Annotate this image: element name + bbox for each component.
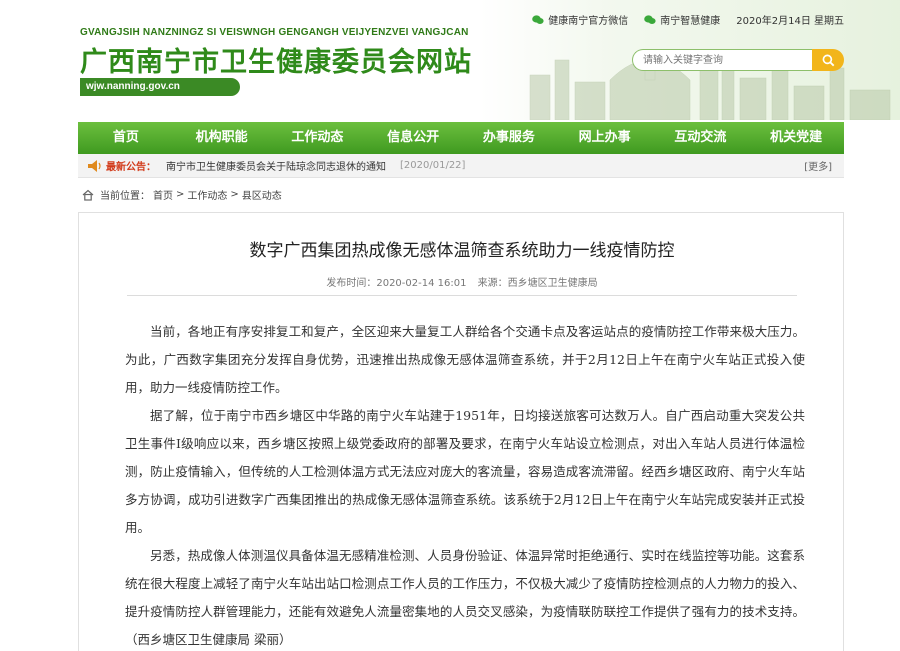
breadcrumb-separator: >	[230, 189, 239, 200]
article-body: 当前，各地正有序安排复工和复产，全区迎来大量复工人群给各个交通卡点及客运站点的疫…	[125, 318, 805, 651]
current-date: 2020年2月14日 星期五	[736, 16, 844, 27]
search-icon	[822, 54, 834, 66]
article-source: 来源：西乡塘区卫生健康局	[477, 278, 598, 289]
nav-item-party-building[interactable]: 机关党建	[748, 122, 844, 154]
nav-item-organization[interactable]: 机构职能	[174, 122, 270, 154]
article-paragraph: 另悉，热成像人体测温仪具备体温无感精准检测、人员身份验证、体温异常时拒绝通行、实…	[125, 548, 805, 647]
site-title: 广西南宁市卫生健康委员会网站	[80, 47, 472, 78]
nav-item-services[interactable]: 办事服务	[461, 122, 557, 154]
megaphone-icon	[88, 159, 101, 172]
search-input[interactable]	[632, 49, 812, 71]
article-publish-time: 发布时间：2020-02-14 16:01	[326, 278, 467, 289]
home-icon	[82, 189, 94, 201]
top-link-label: 健康南宁官方微信	[548, 16, 629, 27]
wechat-link-smart-health[interactable]: 南宁智慧健康	[644, 12, 720, 27]
wechat-icon	[644, 14, 656, 24]
search-button[interactable]	[812, 49, 844, 71]
article-paragraph: 当前，各地正有序安排复工和复产，全区迎来大量复工人群给各个交通卡点及客运站点的疫…	[125, 324, 805, 395]
nav-item-online-services[interactable]: 网上办事	[557, 122, 653, 154]
search-box	[632, 49, 844, 71]
article-panel: 数字广西集团热成像无感体温筛查系统助力一线疫情防控 发布时间：2020-02-1…	[78, 212, 844, 651]
notice-bar: 最新公告： 南宁市卫生健康委员会关于陆琼念同志退休的通知 [2020/01/22…	[78, 154, 844, 178]
notice-link[interactable]: 南宁市卫生健康委员会关于陆琼念同志退休的通知	[166, 158, 386, 173]
top-link-label: 南宁智慧健康	[660, 16, 721, 27]
article-paragraph: 据了解，位于南宁市西乡塘区中华路的南宁火车站建于1951年，日均接送旅客可达数万…	[125, 408, 805, 535]
wechat-icon	[532, 14, 544, 24]
breadcrumb: 当前位置： 首页 > 工作动态 > 县区动态	[82, 187, 282, 202]
header-topbar: 健康南宁官方微信 南宁智慧健康 2020年2月14日 星期五	[532, 12, 844, 27]
notice-label: 最新公告：	[106, 162, 156, 173]
article-title: 数字广西集团热成像无感体温筛查系统助力一线疫情防控	[249, 241, 675, 261]
nav-item-work-news[interactable]: 工作动态	[270, 122, 366, 154]
breadcrumb-home[interactable]: 首页	[153, 187, 173, 202]
site-header: 健康南宁官方微信 南宁智慧健康 2020年2月14日 星期五 GVANGJSIH…	[0, 0, 900, 120]
notice-date: [2020/01/22]	[400, 160, 466, 171]
breadcrumb-county-news[interactable]: 县区动态	[242, 187, 282, 202]
notice-more-link[interactable]: [更多]	[804, 158, 832, 173]
site-domain: wjw.nanning.gov.cn	[80, 78, 240, 96]
nav-item-interaction[interactable]: 互动交流	[653, 122, 749, 154]
breadcrumb-work-news[interactable]: 工作动态	[187, 187, 227, 202]
wechat-link-healthy-nanning[interactable]: 健康南宁官方微信	[532, 12, 628, 27]
article-divider	[127, 295, 797, 296]
breadcrumb-separator: >	[176, 189, 185, 200]
nav-item-info-disclosure[interactable]: 信息公开	[365, 122, 461, 154]
article-meta: 发布时间：2020-02-14 16:01 来源：西乡塘区卫生健康局	[79, 274, 845, 289]
main-nav: 首页 机构职能 工作动态 信息公开 办事服务 网上办事 互动交流 机关党建	[78, 122, 844, 154]
site-title-zhuang: GVANGJSIH NANZNINGZ SI VEISWNGH GENGANGH…	[80, 27, 469, 38]
breadcrumb-label: 当前位置：	[100, 191, 150, 202]
nav-item-home[interactable]: 首页	[78, 122, 174, 154]
